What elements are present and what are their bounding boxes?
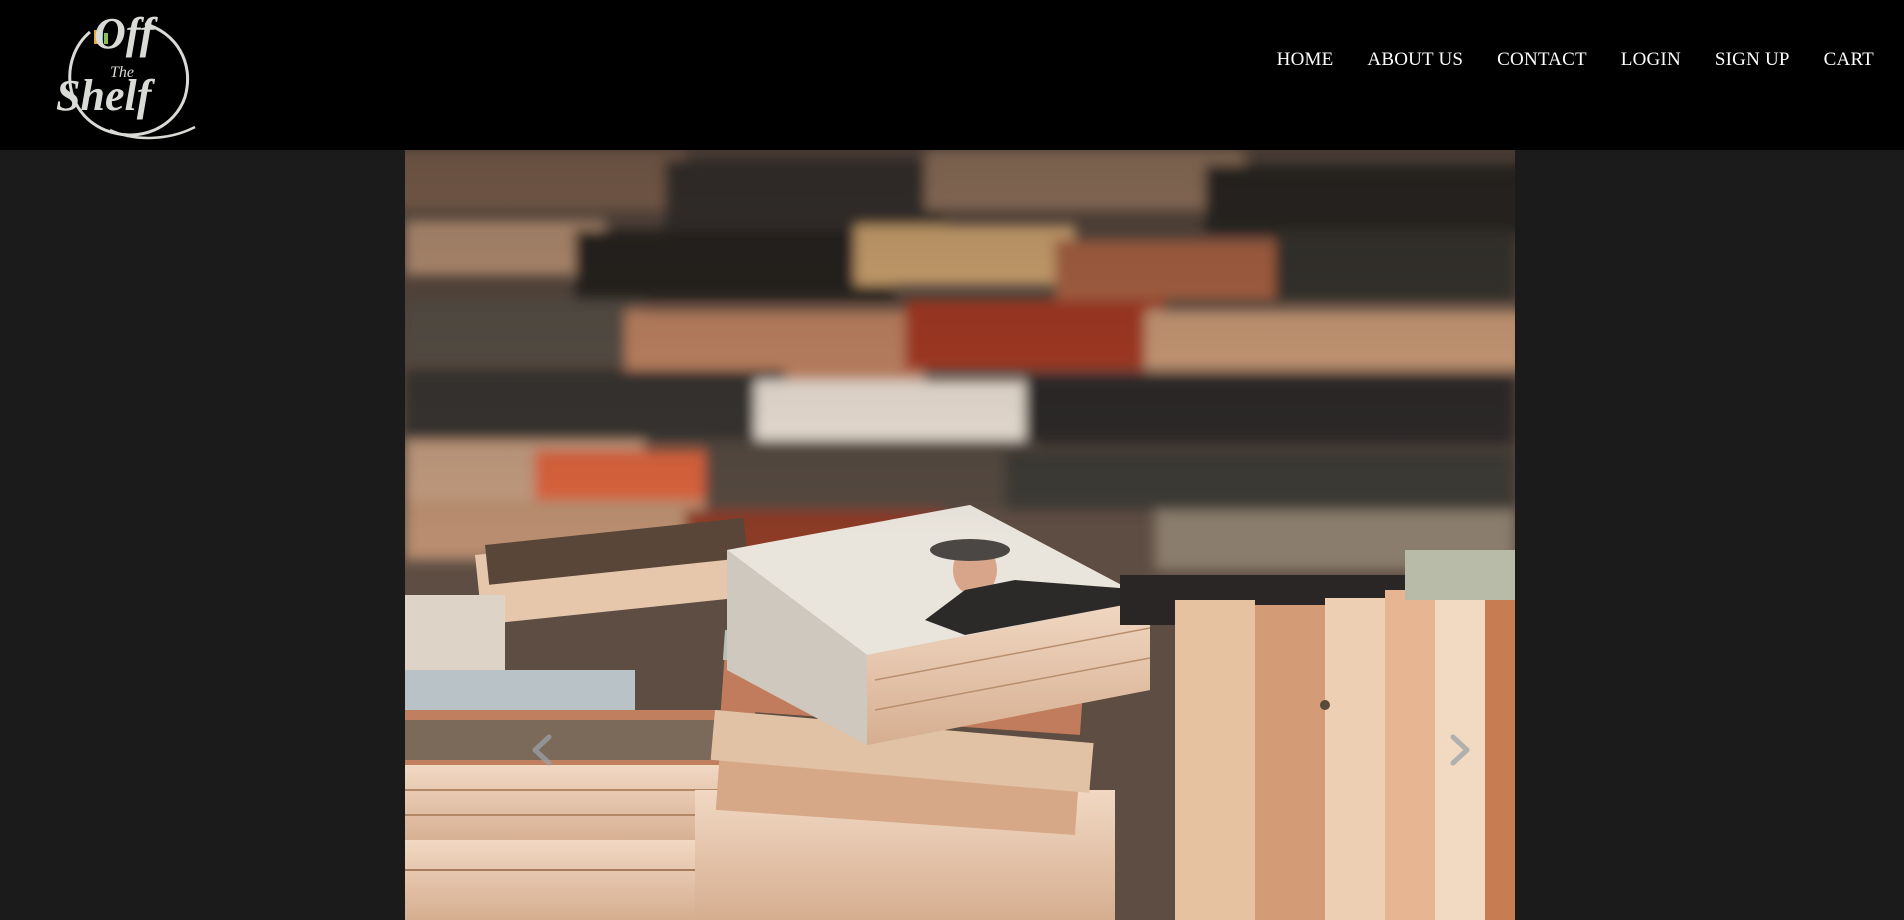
nav-cart[interactable]: CART	[1790, 46, 1874, 74]
nav-sign-up[interactable]: SIGN UP	[1681, 46, 1790, 74]
main-navigation: HOME ABOUT US CONTACT LOGIN SIGN UP CART	[1243, 46, 1874, 74]
carousel-prev-button[interactable]	[517, 720, 567, 780]
nav-contact[interactable]: CONTACT	[1463, 46, 1587, 74]
hero-carousel[interactable]	[405, 150, 1515, 920]
off-the-shelf-logo: Off The Shelf	[56, 9, 196, 140]
logo-word-off: Off	[94, 9, 159, 58]
nav-home[interactable]: HOME	[1243, 46, 1334, 74]
site-header: Off The Shelf HOME ABOUT US CONTACT LOGI…	[0, 0, 1904, 150]
nav-login[interactable]: LOGIN	[1587, 46, 1681, 74]
main-content	[0, 150, 1904, 920]
chevron-right-icon	[1450, 734, 1470, 766]
books-photo	[405, 150, 1515, 920]
carousel-next-button[interactable]	[1435, 720, 1485, 780]
site-logo[interactable]: Off The Shelf	[50, 2, 200, 150]
logo-word-shelf: Shelf	[56, 71, 156, 120]
chevron-left-icon	[532, 734, 552, 766]
nav-about-us[interactable]: ABOUT US	[1333, 46, 1463, 74]
